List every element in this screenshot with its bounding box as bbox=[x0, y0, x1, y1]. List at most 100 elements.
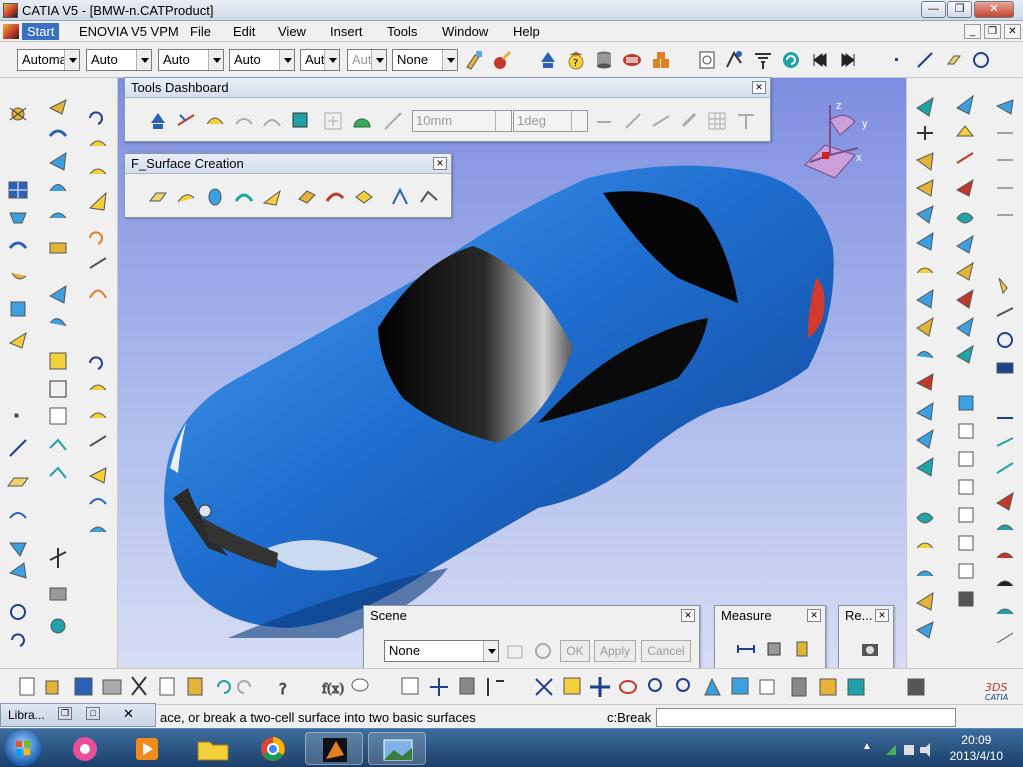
panel-header[interactable]: Scene ✕ bbox=[364, 606, 699, 626]
catalog-icon[interactable] bbox=[650, 49, 672, 71]
offset-icon[interactable] bbox=[233, 186, 255, 208]
menu-enovia[interactable]: ENOVIA V5 VPM bbox=[79, 24, 179, 39]
compass-icon[interactable] bbox=[800, 100, 870, 180]
line-thickness-combo[interactable]: Auto bbox=[158, 49, 224, 71]
panel-header[interactable]: F_Surface Creation ✕ bbox=[125, 154, 451, 174]
scan-icon[interactable] bbox=[752, 49, 774, 71]
taskbar-app-catia[interactable] bbox=[305, 732, 363, 765]
library-tab[interactable]: Libra... ❐ □ ✕ bbox=[0, 703, 156, 727]
left-toolbar-icons[interactable] bbox=[0, 78, 118, 668]
blend-surface-icon[interactable] bbox=[324, 186, 346, 208]
right-toolbar-icons[interactable] bbox=[907, 78, 1023, 668]
measure-item-icon[interactable] bbox=[763, 638, 785, 660]
menu-insert[interactable]: Insert bbox=[330, 24, 363, 39]
taskbar-app-chrome[interactable] bbox=[244, 732, 302, 765]
extrude-surface-icon[interactable] bbox=[175, 186, 197, 208]
transparency-combo[interactable]: Auto bbox=[86, 49, 152, 71]
minimize-button[interactable]: — bbox=[921, 1, 946, 18]
linetype-combo[interactable]: Auto bbox=[229, 49, 295, 71]
knowledge-icon[interactable] bbox=[697, 49, 719, 71]
chevron-down-icon[interactable] bbox=[324, 50, 339, 70]
update-all-icon[interactable] bbox=[147, 110, 169, 132]
point-icon[interactable] bbox=[886, 49, 908, 71]
panel-close-button[interactable]: ✕ bbox=[433, 157, 447, 170]
spinner-arrows-icon[interactable] bbox=[571, 111, 587, 131]
help-icon[interactable]: ? bbox=[565, 49, 587, 71]
maximize-icon[interactable]: □ bbox=[86, 707, 100, 720]
revolve-icon[interactable] bbox=[204, 186, 226, 208]
rotation-icon[interactable] bbox=[780, 49, 802, 71]
panel-close-button[interactable]: ✕ bbox=[807, 609, 821, 622]
doc-restore-button[interactable]: ❐ bbox=[984, 24, 1001, 39]
panel-close-button[interactable]: ✕ bbox=[681, 609, 695, 622]
step-distance-spinner[interactable]: 10mm bbox=[412, 110, 512, 132]
taskbar-app-viewer[interactable] bbox=[368, 732, 426, 765]
update-icon[interactable] bbox=[537, 49, 559, 71]
doc-minimize-button[interactable]: _ bbox=[964, 24, 981, 39]
catia-app-icon[interactable] bbox=[3, 3, 18, 18]
fill-icon[interactable] bbox=[353, 186, 375, 208]
snap-on-icon[interactable] bbox=[351, 110, 373, 132]
menu-start[interactable]: Start bbox=[22, 23, 60, 40]
panel-close-button[interactable]: ✕ bbox=[875, 609, 889, 622]
close-button[interactable]: ✕ bbox=[974, 1, 1014, 18]
sensor-icon[interactable] bbox=[593, 49, 615, 71]
panel-header[interactable]: Measure ✕ bbox=[715, 606, 825, 626]
planar-patch-icon[interactable] bbox=[147, 186, 169, 208]
skip-forward-icon[interactable] bbox=[837, 49, 859, 71]
painter-icon[interactable] bbox=[463, 49, 485, 71]
circle-icon[interactable] bbox=[970, 49, 992, 71]
tray-icons[interactable] bbox=[884, 739, 934, 762]
clash-icon[interactable] bbox=[621, 49, 643, 71]
menu-file[interactable]: File bbox=[190, 24, 211, 39]
chevron-down-icon[interactable] bbox=[442, 50, 457, 70]
taskbar-app-picasa[interactable] bbox=[56, 732, 114, 765]
system-clock[interactable]: 20:09 2013/4/10 bbox=[950, 732, 1003, 764]
net-surface-icon[interactable] bbox=[296, 186, 318, 208]
menu-view[interactable]: View bbox=[278, 24, 306, 39]
standard-toolbar-icons[interactable]: ? f(x) 3DS CATIA bbox=[0, 669, 1023, 705]
start-orb[interactable] bbox=[5, 730, 41, 766]
restore-icon[interactable]: ❐ bbox=[58, 707, 72, 720]
fill-color-combo[interactable]: Automa bbox=[17, 49, 80, 71]
step-angle-spinner[interactable]: 1deg bbox=[513, 110, 588, 132]
styling-extrapolate-icon[interactable] bbox=[261, 186, 283, 208]
compass[interactable]: z y x bbox=[800, 100, 870, 180]
point-symbol-combo[interactable]: Aut bbox=[300, 49, 340, 71]
menu-edit[interactable]: Edit bbox=[233, 24, 255, 39]
measure-between-icon[interactable] bbox=[735, 638, 757, 660]
menu-tools[interactable]: Tools bbox=[387, 24, 417, 39]
continuity-icon[interactable] bbox=[204, 110, 226, 132]
line-icon[interactable] bbox=[914, 49, 936, 71]
panel-header[interactable]: Re... ✕ bbox=[839, 606, 893, 626]
document-system-icon[interactable] bbox=[3, 24, 19, 39]
restore-button[interactable]: ❐ bbox=[947, 1, 972, 18]
2d-view-icon[interactable] bbox=[290, 110, 312, 132]
analysis-icon[interactable] bbox=[233, 110, 255, 132]
chevron-down-icon[interactable] bbox=[136, 50, 151, 70]
power-input-field[interactable] bbox=[656, 708, 956, 727]
panel-header[interactable]: Tools Dashboard ✕ bbox=[125, 78, 770, 98]
tray-expand-icon[interactable]: ▲ bbox=[862, 741, 872, 752]
plane-icon[interactable] bbox=[942, 49, 964, 71]
spinner-arrows-icon[interactable] bbox=[495, 111, 511, 131]
close-icon[interactable]: ✕ bbox=[123, 706, 134, 722]
layer-combo[interactable]: None bbox=[392, 49, 458, 71]
scene-combo[interactable]: None bbox=[384, 640, 499, 662]
skip-back-icon[interactable] bbox=[809, 49, 831, 71]
break-icon[interactable] bbox=[418, 186, 440, 208]
taskbar-app-explorer[interactable] bbox=[184, 732, 242, 765]
chevron-down-icon[interactable] bbox=[208, 50, 223, 70]
chevron-down-icon[interactable] bbox=[64, 50, 79, 70]
fillet-icon[interactable] bbox=[389, 186, 411, 208]
chevron-down-icon[interactable] bbox=[279, 50, 294, 70]
menu-window[interactable]: Window bbox=[442, 24, 488, 39]
panel-close-button[interactable]: ✕ bbox=[752, 81, 766, 94]
structure-icon[interactable] bbox=[724, 49, 746, 71]
chevron-down-icon[interactable] bbox=[483, 641, 498, 661]
doc-close-button[interactable]: ✕ bbox=[1004, 24, 1021, 39]
properties-icon[interactable] bbox=[491, 49, 513, 71]
menu-help[interactable]: Help bbox=[513, 24, 540, 39]
manipulation-icon[interactable] bbox=[175, 110, 197, 132]
camera-icon[interactable] bbox=[859, 638, 881, 660]
